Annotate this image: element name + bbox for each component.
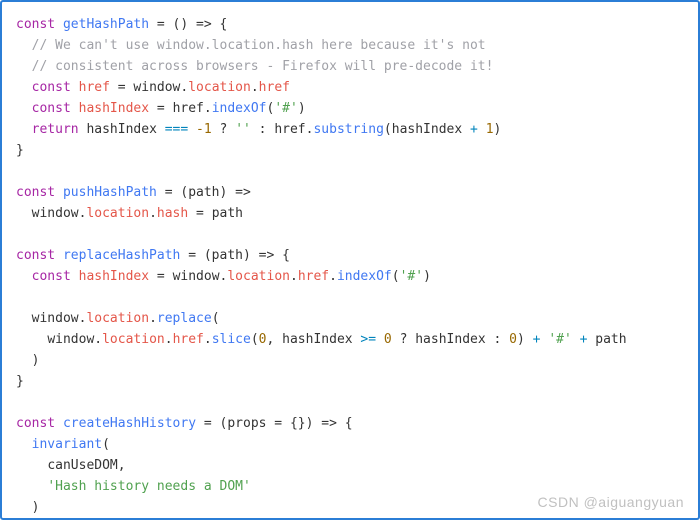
keyword-const: const [16,17,55,32]
brace-close: } [16,143,24,158]
arrow-head: = () => { [149,17,227,32]
fn-name: replaceHashPath [63,248,180,263]
keyword-const: const [16,248,55,263]
fn-name: pushHashPath [63,185,157,200]
keyword-const: const [16,185,55,200]
keyword-const: const [32,101,71,116]
code-frame: const getHashPath = () => { // We can't … [0,0,700,520]
var-name: href [79,80,110,95]
keyword-const: const [16,416,55,431]
var-name: hashIndex [79,269,149,284]
keyword-return: return [32,122,79,137]
comment: // consistent across browsers - Firefox … [32,59,494,74]
keyword-const: const [32,80,71,95]
brace-close: } [16,374,24,389]
code-block: const getHashPath = () => { // We can't … [16,14,684,518]
comment: // We can't use window.location.hash her… [32,38,486,53]
fn-name: createHashHistory [63,416,196,431]
fn-name: getHashPath [63,17,149,32]
keyword-const: const [32,269,71,284]
var-name: hashIndex [79,101,149,116]
